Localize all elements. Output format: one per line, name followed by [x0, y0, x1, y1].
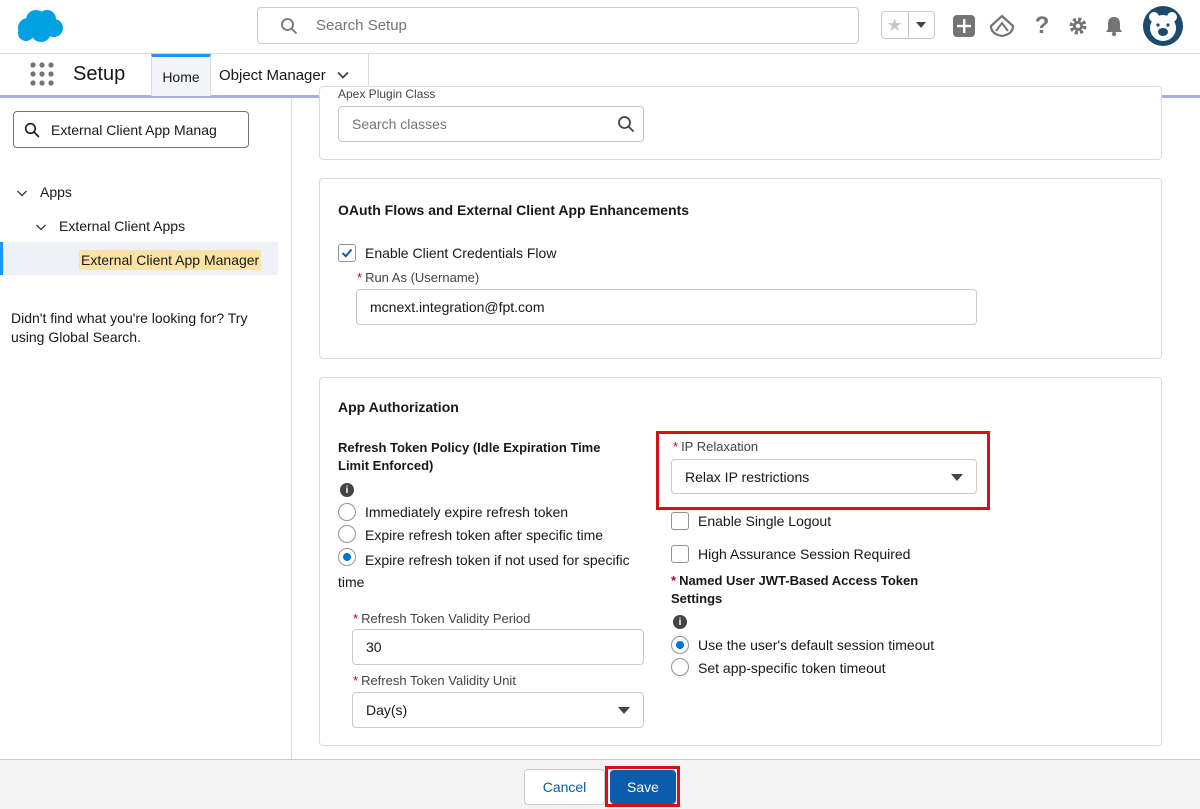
- info-icon[interactable]: i: [673, 615, 687, 629]
- ip-relaxation-select[interactable]: Relax IP restrictions: [671, 459, 977, 494]
- radio-label: Expire refresh token if not used for spe…: [338, 552, 630, 590]
- high-assurance-label: High Assurance Session Required: [698, 546, 911, 562]
- validity-period-label: * Refresh Token Validity Period: [353, 611, 530, 626]
- help-icon[interactable]: ?: [1029, 12, 1055, 39]
- run-as-value: mcnext.integration@fpt.com: [370, 299, 545, 315]
- single-logout-checkbox[interactable]: [671, 512, 689, 530]
- chevron-down-icon[interactable]: [909, 12, 935, 38]
- salesforce-logo-icon[interactable]: [14, 8, 64, 44]
- chevron-down-icon[interactable]: [35, 220, 47, 232]
- add-icon[interactable]: [951, 13, 977, 39]
- chevron-down-icon[interactable]: [336, 68, 350, 82]
- search-icon: [617, 115, 635, 136]
- run-as-input[interactable]: mcnext.integration@fpt.com: [356, 289, 977, 325]
- validity-period-value: 30: [366, 639, 382, 655]
- app-launcher-icon[interactable]: [30, 62, 54, 86]
- radio-label: Set app-specific token timeout: [698, 660, 886, 676]
- required-asterisk: *: [673, 439, 679, 454]
- card-title: App Authorization: [338, 399, 459, 415]
- card-title: OAuth Flows and External Client App Enha…: [338, 202, 690, 218]
- ip-relaxation-label-text: IP Relaxation: [681, 439, 759, 454]
- required-asterisk: *: [357, 270, 363, 285]
- single-logout-label: Enable Single Logout: [698, 513, 832, 529]
- tree-item-label: Apps: [40, 184, 72, 200]
- search-classes-placeholder: Search classes: [352, 116, 447, 132]
- search-icon: [24, 122, 40, 138]
- app-name: Setup: [73, 63, 126, 85]
- radio-app-specific-timeout[interactable]: [671, 658, 689, 676]
- quick-find-value: External Client App Manag: [51, 121, 217, 138]
- required-asterisk: *: [353, 611, 359, 626]
- ip-relaxation-label: * IP Relaxation: [673, 439, 758, 454]
- gear-icon[interactable]: [1065, 13, 1091, 39]
- validity-unit-value: Day(s): [366, 702, 408, 718]
- validity-unit-label: * Refresh Token Validity Unit: [353, 673, 516, 688]
- trailhead-icon[interactable]: [989, 13, 1015, 39]
- checkmark-icon: [341, 248, 353, 258]
- bell-icon[interactable]: [1101, 13, 1127, 39]
- sidebar-help-text: Didn't find what you're looking for? Try…: [11, 310, 248, 345]
- search-classes-input[interactable]: Search classes: [338, 106, 644, 142]
- oauth-flows-card: OAuth Flows and External Client App Enha…: [319, 178, 1162, 359]
- jwt-settings-label: * Named User JWT-Based Access Token Setti…: [671, 572, 951, 608]
- radio-label: Expire refresh token after specific time: [365, 527, 604, 543]
- tree-item-external-client-apps[interactable]: External Client Apps: [35, 218, 185, 234]
- radio-label: Immediately expire refresh token: [365, 504, 569, 520]
- high-assurance-checkbox[interactable]: [671, 545, 689, 563]
- validity-unit-select[interactable]: Day(s): [352, 692, 644, 728]
- favorites-button-group: ★: [881, 11, 935, 39]
- jwt-settings-label-text: Named User JWT-Based Access Token Settin…: [671, 573, 919, 606]
- tab-label: Home: [162, 68, 200, 85]
- global-search-input[interactable]: Search Setup: [257, 7, 859, 44]
- tab-home[interactable]: Home: [151, 54, 211, 96]
- search-placeholder: Search Setup: [316, 17, 407, 34]
- run-as-label-text: Run As (Username): [365, 270, 480, 285]
- tree-item-apps[interactable]: Apps: [16, 184, 72, 200]
- enable-client-credentials-checkbox[interactable]: [338, 244, 356, 262]
- validity-period-label-text: Refresh Token Validity Period: [361, 611, 531, 626]
- ip-relaxation-value: Relax IP restrictions: [685, 468, 810, 485]
- cancel-button[interactable]: Cancel: [524, 769, 605, 805]
- tree-item-label: External Client App Manager: [79, 250, 262, 270]
- validity-unit-label-text: Refresh Token Validity Unit: [361, 673, 516, 688]
- refresh-token-policy-label: Refresh Token Policy (Idle Expiration Ti…: [338, 440, 601, 473]
- avatar[interactable]: [1143, 6, 1183, 46]
- star-icon[interactable]: ★: [882, 12, 909, 38]
- dropdown-arrow-icon: [618, 707, 630, 714]
- validity-period-input[interactable]: 30: [352, 629, 644, 665]
- info-icon[interactable]: i: [340, 483, 354, 497]
- quick-find-input[interactable]: External Client App Manag: [13, 111, 249, 148]
- tab-label: Object Manager: [219, 66, 326, 84]
- search-icon: [280, 17, 298, 35]
- dropdown-arrow-icon: [951, 473, 963, 481]
- save-button[interactable]: Save: [610, 770, 676, 804]
- required-asterisk: *: [671, 573, 677, 588]
- radio-immediately-expire[interactable]: [338, 503, 356, 521]
- enable-client-credentials-label: Enable Client Credentials Flow: [365, 245, 557, 261]
- partial-field-label: Apex Plugin Class: [338, 87, 436, 101]
- radio-label: Use the user's default session timeout: [698, 637, 935, 653]
- radio-default-session-timeout[interactable]: [671, 636, 689, 654]
- run-as-label: * Run As (Username): [357, 270, 479, 285]
- radio-expire-after-time[interactable]: [338, 525, 356, 543]
- tree-item-external-client-app-manager[interactable]: External Client App Manager: [0, 242, 278, 275]
- required-asterisk: *: [353, 673, 359, 688]
- chevron-down-icon[interactable]: [16, 186, 28, 198]
- tree-item-label: External Client Apps: [59, 218, 186, 234]
